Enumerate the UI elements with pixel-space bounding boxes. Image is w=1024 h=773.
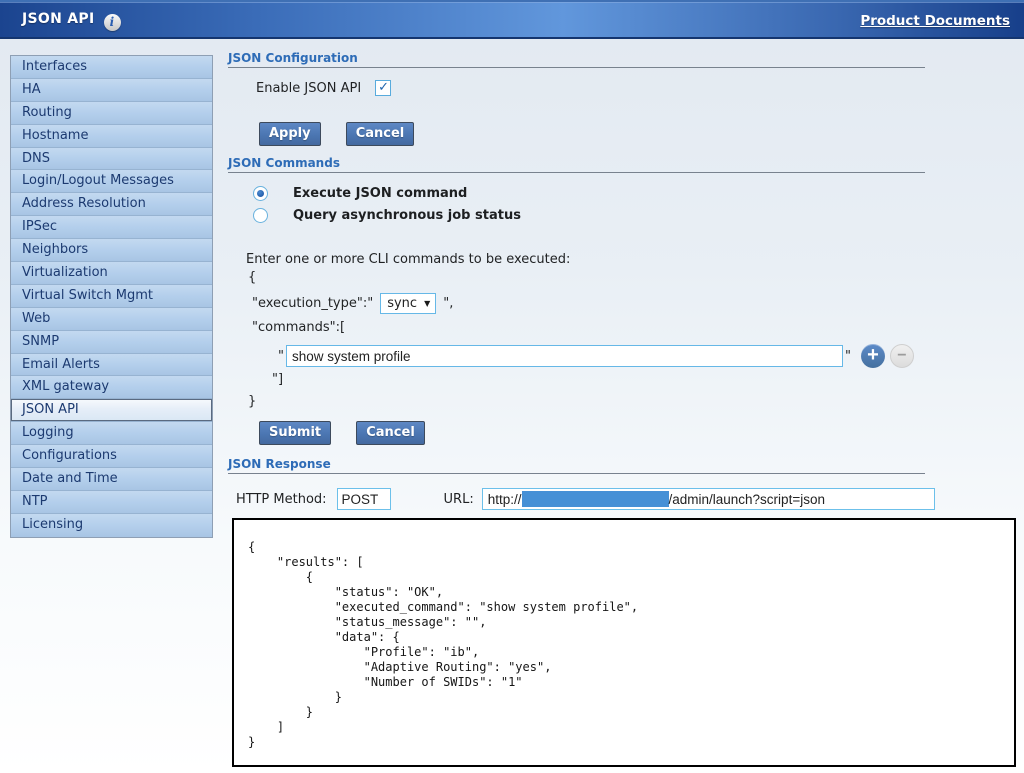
sidebar-item-snmp[interactable]: SNMP [11,331,212,354]
sidebar-item-ntp[interactable]: NTP [11,491,212,514]
cancel-button-commands[interactable]: Cancel [356,421,425,445]
execution-type-select[interactable]: sync ▼ [380,293,436,314]
json-brace-close: } [248,394,256,409]
sidebar-item-email-alerts[interactable]: Email Alerts [11,354,212,377]
json-response-text: { "results": [ { "status": "OK", "execut… [248,540,1002,750]
cli-commands-prompt: Enter one or more CLI commands to be exe… [246,252,570,267]
section-title-json-configuration: JSON Configuration [228,51,358,65]
page-title-text: JSON API [22,11,95,27]
apply-button[interactable]: Apply [259,122,321,146]
sidebar-item-address-resolution[interactable]: Address Resolution [11,193,212,216]
enable-json-api-row: Enable JSON API [256,80,391,96]
submit-button[interactable]: Submit [259,421,331,445]
execution-type-key: "execution_type":" [252,296,373,311]
json-response-output: { "results": [ { "status": "OK", "execut… [232,518,1016,767]
execution-type-value: sync [387,296,417,311]
section-divider [228,473,925,474]
sidebar-item-licensing[interactable]: Licensing [11,514,212,537]
url-redacted-host [522,491,669,507]
commands-buttons-row: Submit Cancel [259,421,445,445]
http-method-label: HTTP Method: [236,492,327,507]
config-buttons-row: Apply Cancel [259,122,434,146]
sidebar-item-interfaces[interactable]: Interfaces [11,56,212,79]
url-input[interactable]: http:// /admin/launch?script=json [482,488,935,510]
open-quote: " [278,349,284,364]
chevron-down-icon: ▼ [424,300,430,308]
http-method-input[interactable] [337,488,391,510]
execution-type-row: "execution_type":" sync ▼ ", [252,293,453,314]
execute-json-command-label[interactable]: Execute JSON command [293,186,467,201]
sidebar-item-hostname[interactable]: Hostname [11,125,212,148]
query-job-status-radio[interactable] [253,208,268,223]
query-job-status-label[interactable]: Query asynchronous job status [293,208,521,223]
sidebar-item-routing[interactable]: Routing [11,102,212,125]
sidebar-item-configurations[interactable]: Configurations [11,445,212,468]
page-title: JSON API i [22,11,121,31]
section-title-json-response: JSON Response [228,457,331,471]
url-suffix: /admin/launch?script=json [669,492,825,507]
commands-key: "commands":[ [252,320,345,335]
page-header: JSON API i Product Documents [0,0,1024,39]
sidebar-item-neighbors[interactable]: Neighbors [11,239,212,262]
json-brace-open: { [248,270,256,285]
cancel-button-config[interactable]: Cancel [346,122,415,146]
sidebar-item-ha[interactable]: HA [11,79,212,102]
sidebar-item-date-and-time[interactable]: Date and Time [11,468,212,491]
execute-command-radio-row: Execute JSON command [253,186,467,201]
execute-json-command-radio[interactable] [253,186,268,201]
product-documents-link[interactable]: Product Documents [860,13,1010,29]
url-label: URL: [444,492,474,507]
section-title-json-commands: JSON Commands [228,156,340,170]
sidebar-item-dns[interactable]: DNS [11,148,212,171]
json-array-close: "] [272,372,283,387]
sidebar-item-login-logout-messages[interactable]: Login/Logout Messages [11,170,212,193]
cli-command-input[interactable] [286,345,843,367]
section-divider [228,172,925,173]
close-quote: " [845,349,851,364]
sidebar-item-xml-gateway[interactable]: XML gateway [11,376,212,399]
sidebar-item-json-api[interactable]: JSON API [11,399,212,422]
sidebar-item-virtual-switch-mgmt[interactable]: Virtual Switch Mgmt [11,285,212,308]
sidebar-item-virtualization[interactable]: Virtualization [11,262,212,285]
info-icon[interactable]: i [104,14,121,31]
enable-json-api-checkbox[interactable] [375,80,391,96]
add-command-button[interactable] [861,344,885,368]
remove-command-button[interactable] [890,344,914,368]
enable-json-api-label: Enable JSON API [256,81,361,96]
sidebar-item-web[interactable]: Web [11,308,212,331]
url-prefix: http:// [488,492,522,507]
sidebar-menu: InterfacesHARoutingHostnameDNSLogin/Logo… [10,55,213,538]
command-input-row: " " [278,341,914,371]
sidebar-item-ipsec[interactable]: IPSec [11,216,212,239]
http-method-url-row: HTTP Method: URL: http:// /admin/launch?s… [236,488,935,510]
execution-type-close: ", [443,296,453,311]
section-divider [228,67,925,68]
query-job-status-radio-row: Query asynchronous job status [253,208,521,223]
sidebar-item-logging[interactable]: Logging [11,422,212,445]
